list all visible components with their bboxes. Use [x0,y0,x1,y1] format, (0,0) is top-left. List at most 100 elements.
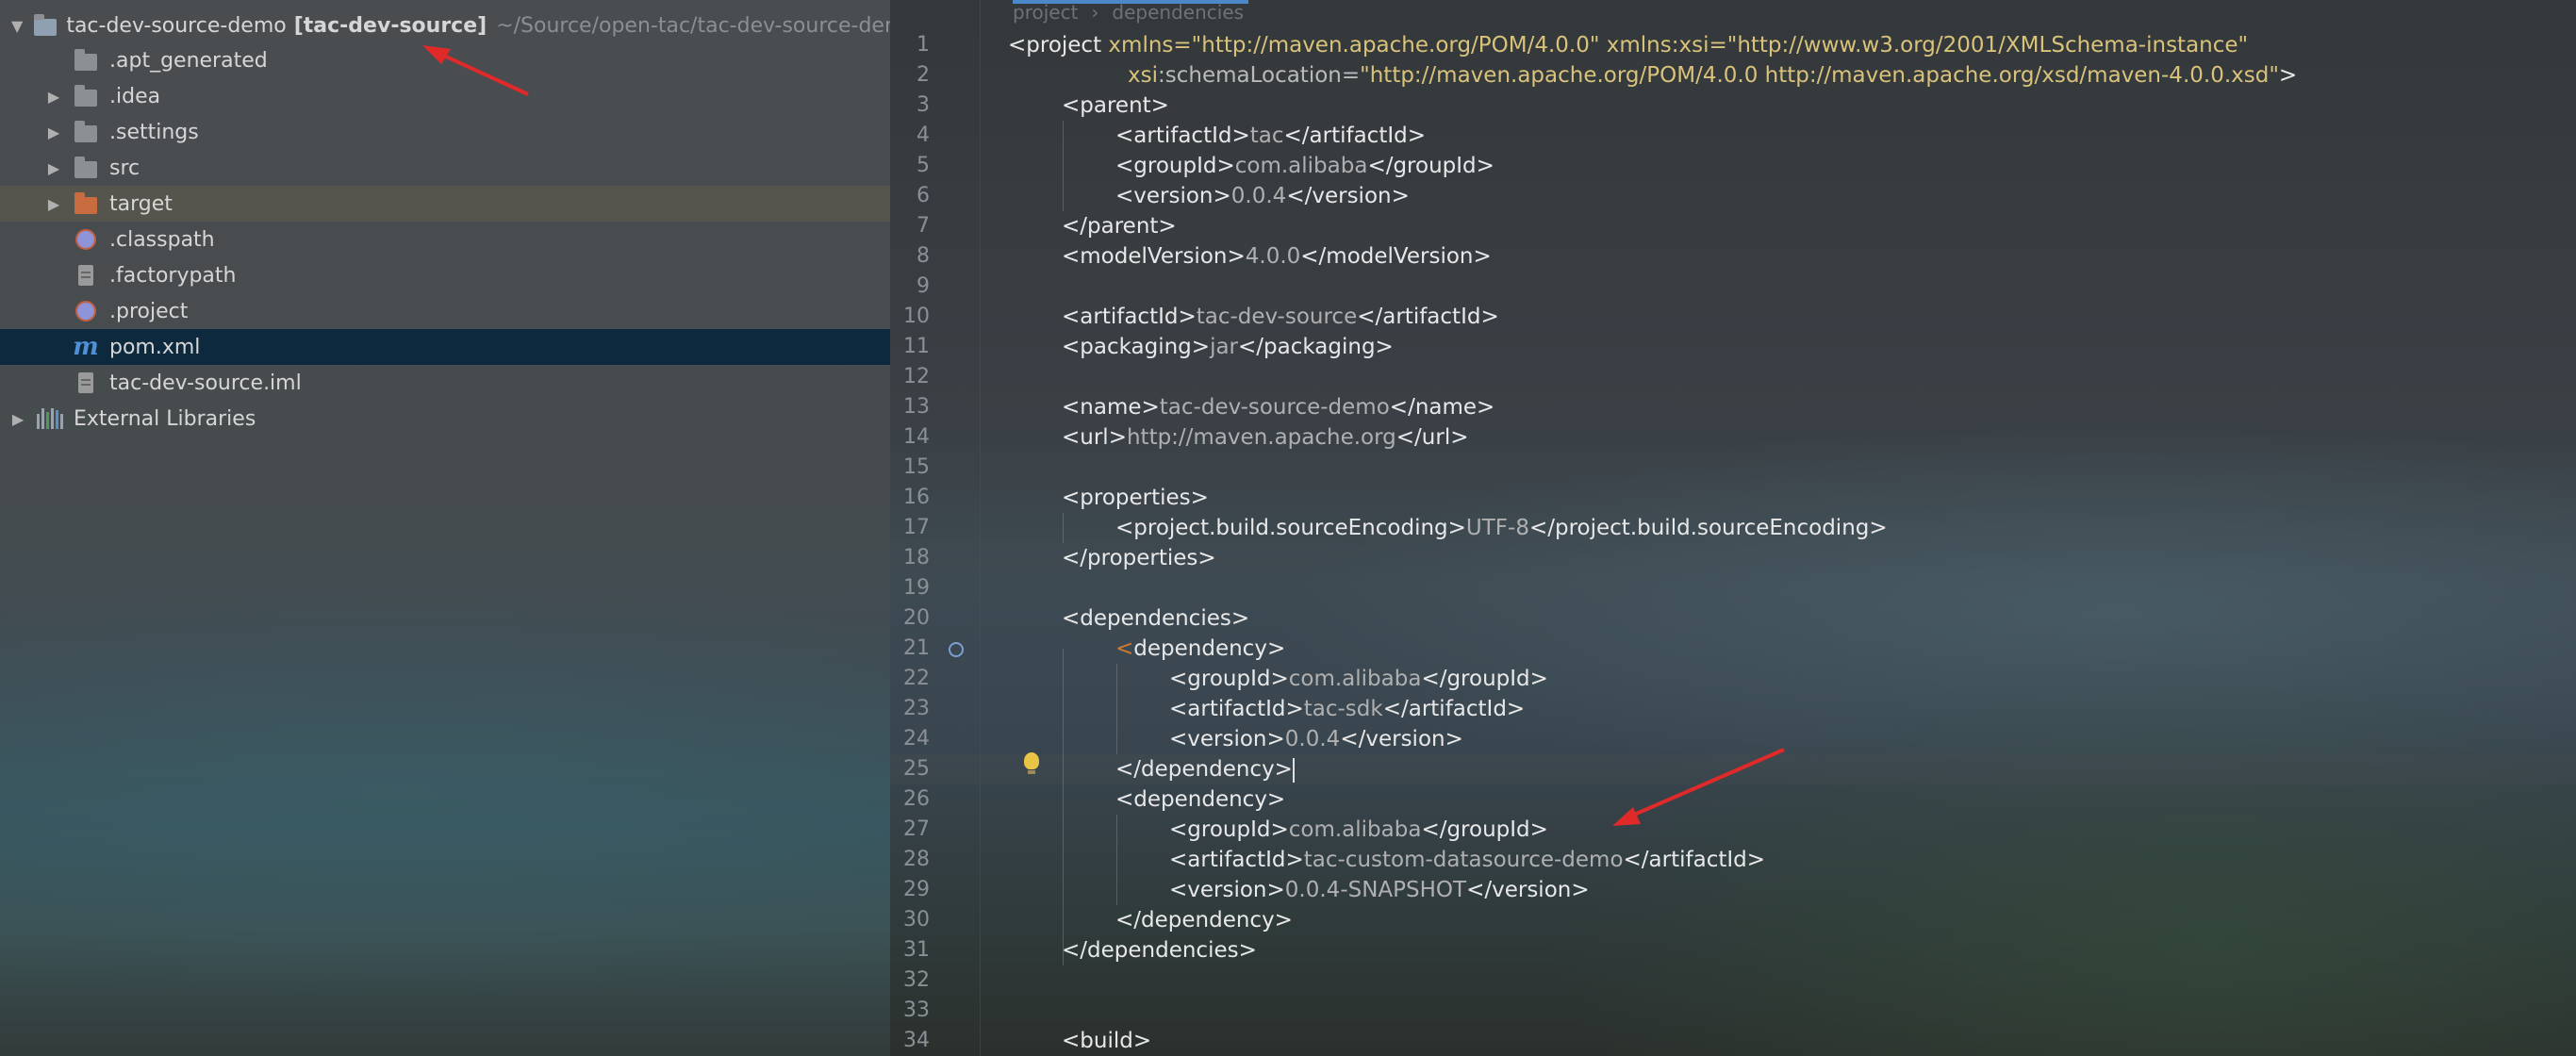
line-number: 31 [903,938,930,962]
code-line-10[interactable]: <artifactId>tac-dev-source</artifactId> [1062,302,1499,332]
code-line-14[interactable]: <url>http://maven.apache.org</url> [1062,422,1469,453]
folder-icon [72,156,100,180]
tree-item-settings[interactable]: ▶ .settings [0,114,890,150]
xml-tag: </dependency> [1115,757,1293,782]
code-line-23[interactable]: <artifactId>tac-sdk</artifactId> [1169,694,1525,724]
code-line-20[interactable]: <dependencies> [1062,603,1249,634]
xml-value: http://maven.apache.org [1126,425,1396,450]
chevron-right-icon[interactable]: ▶ [47,88,60,106]
maven-icon: m [73,333,99,361]
lightbulb-icon[interactable] [1024,752,1039,774]
code-line-31[interactable]: </dependencies> [1062,935,1257,965]
code-line-18[interactable]: </properties> [1062,543,1216,573]
xml-tag: <url> [1062,425,1127,450]
line-number: 27 [903,817,930,841]
code-line-28[interactable]: <artifactId>tac-custom-datasource-demo</… [1169,845,1765,875]
xml-tag: <dependency> [1115,787,1286,812]
breadcrumb: project › dependencies [890,0,2576,25]
project-file-icon [72,299,100,323]
folder-orange-icon [72,191,100,216]
code-line-27[interactable]: <groupId>com.alibaba</groupId> [1169,815,1548,845]
tree-item-iml[interactable]: ▶ tac-dev-source.iml [0,365,890,401]
xml-tag: </artifactId> [1283,124,1427,148]
tree-root-row[interactable]: ▼ tac-dev-source-demo [tac-dev-source] ~… [0,8,890,43]
breadcrumb-item-dependencies[interactable]: dependencies [1112,1,1244,24]
chevron-right-icon[interactable]: ▶ [47,195,60,213]
code-line-26[interactable]: <dependency> [1115,784,1285,815]
line-number: 4 [916,124,930,147]
xml-tag: </artifactId> [1382,697,1526,721]
library-icon [36,406,64,431]
xml-tag: <version> [1169,878,1285,902]
code-line-17[interactable]: <project.build.sourceEncoding>UTF-8</pro… [1115,513,1888,543]
chevron-right-icon[interactable]: ▶ [47,159,60,177]
tree-item-label: .idea [109,84,161,108]
tree-item-label: External Libraries [74,406,256,431]
xml-attribute-name: xsi [1128,63,1158,88]
xml-value: tac-dev-source-demo [1159,395,1390,420]
xml-tag: <project [1008,33,1109,58]
xml-tag: <version> [1169,727,1285,751]
tree-item-src[interactable]: ▶ src [0,150,890,186]
tree-item-apt-generated[interactable]: ▶ .apt_generated [0,42,890,78]
chevron-right-icon[interactable]: ▶ [11,410,25,428]
xml-tag: </version> [1466,878,1590,902]
xml-tag: <project.build.sourceEncoding> [1115,516,1466,540]
code-line-22[interactable]: <groupId>com.alibaba</groupId> [1169,664,1548,694]
line-number: 20 [903,606,930,630]
code-line-2[interactable]: xsi:schemaLocation="http://maven.apache.… [1128,60,2297,91]
xml-tag: </dependencies> [1062,938,1257,963]
tree-item-project[interactable]: ▶ .project [0,293,890,329]
code-line-24[interactable]: <version>0.0.4</version> [1169,724,1463,754]
line-number: 5 [916,154,930,177]
code-line-7[interactable]: </parent> [1062,211,1177,241]
chevron-down-icon[interactable]: ▼ [11,17,23,35]
tree-item-classpath[interactable]: ▶ .classpath [0,222,890,257]
xml-value: tac [1249,124,1284,148]
xml-value: tac-custom-datasource-demo [1303,848,1624,872]
code-line-11[interactable]: <packaging>jar</packaging> [1062,332,1394,362]
tree-item-label: .project [109,299,189,323]
xml-tag: <modelVersion> [1062,244,1246,269]
text-cursor [1292,757,1295,783]
xml-tag: <artifactId> [1062,305,1197,329]
code-line-21[interactable]: <dependency> [1115,634,1285,664]
code-line-1[interactable]: <project xmlns="http://maven.apache.org/… [1008,30,2248,60]
line-number: 2 [916,63,930,87]
line-number: 29 [903,878,930,901]
code-line-29[interactable]: <version>0.0.4-SNAPSHOT</version> [1169,875,1590,905]
root-name: tac-dev-source-demo [66,13,287,38]
xml-value: com.alibaba [1288,817,1422,842]
xml-tag: </modelVersion> [1300,244,1492,269]
code-line-3[interactable]: <parent> [1062,91,1169,121]
tree-item-label: .classpath [109,227,215,252]
code-line-6[interactable]: <version>0.0.4</version> [1115,181,1410,211]
chevron-right-icon[interactable]: ▶ [47,124,60,141]
code-editor[interactable]: project › dependencies 1 2 3 4 5 6 7 8 9… [890,0,2576,1056]
code-line-30[interactable]: </dependency> [1115,905,1293,935]
dependency-marker-icon[interactable] [949,642,964,657]
code-line-25[interactable]: </dependency> [1115,754,1295,784]
breadcrumb-item-project[interactable]: project [1013,1,1078,24]
code-line-13[interactable]: <name>tac-dev-source-demo</name> [1062,392,1494,422]
tree-item-label: tac-dev-source.iml [109,371,302,395]
code-line-16[interactable]: <properties> [1062,483,1209,513]
xml-tag: <build> [1062,1029,1152,1053]
xml-value: 0.0.4 [1230,184,1287,208]
xml-value: tac-sdk [1303,697,1383,721]
code-line-8[interactable]: <modelVersion>4.0.0</modelVersion> [1062,241,1492,272]
indent-guide [1063,513,1064,543]
code-line-34[interactable]: <build> [1062,1026,1151,1056]
code-line-5[interactable]: <groupId>com.alibaba</groupId> [1115,151,1494,181]
tree-item-target[interactable]: ▶ target [0,186,890,222]
tree-item-external-libraries[interactable]: ▶ External Libraries [0,401,890,437]
line-number: 1 [916,33,930,57]
line-number: 18 [903,546,930,569]
tree-item-label: .apt_generated [109,48,268,73]
tree-item-factorypath[interactable]: ▶ .factorypath [0,257,890,293]
xml-tag: <properties> [1062,486,1209,510]
xml-tag: </dependency> [1115,908,1293,932]
tree-item-idea[interactable]: ▶ .idea [0,78,890,114]
code-line-4[interactable]: <artifactId>tac</artifactId> [1115,121,1426,151]
tree-item-pom-xml[interactable]: ▶ m pom.xml [0,329,890,365]
